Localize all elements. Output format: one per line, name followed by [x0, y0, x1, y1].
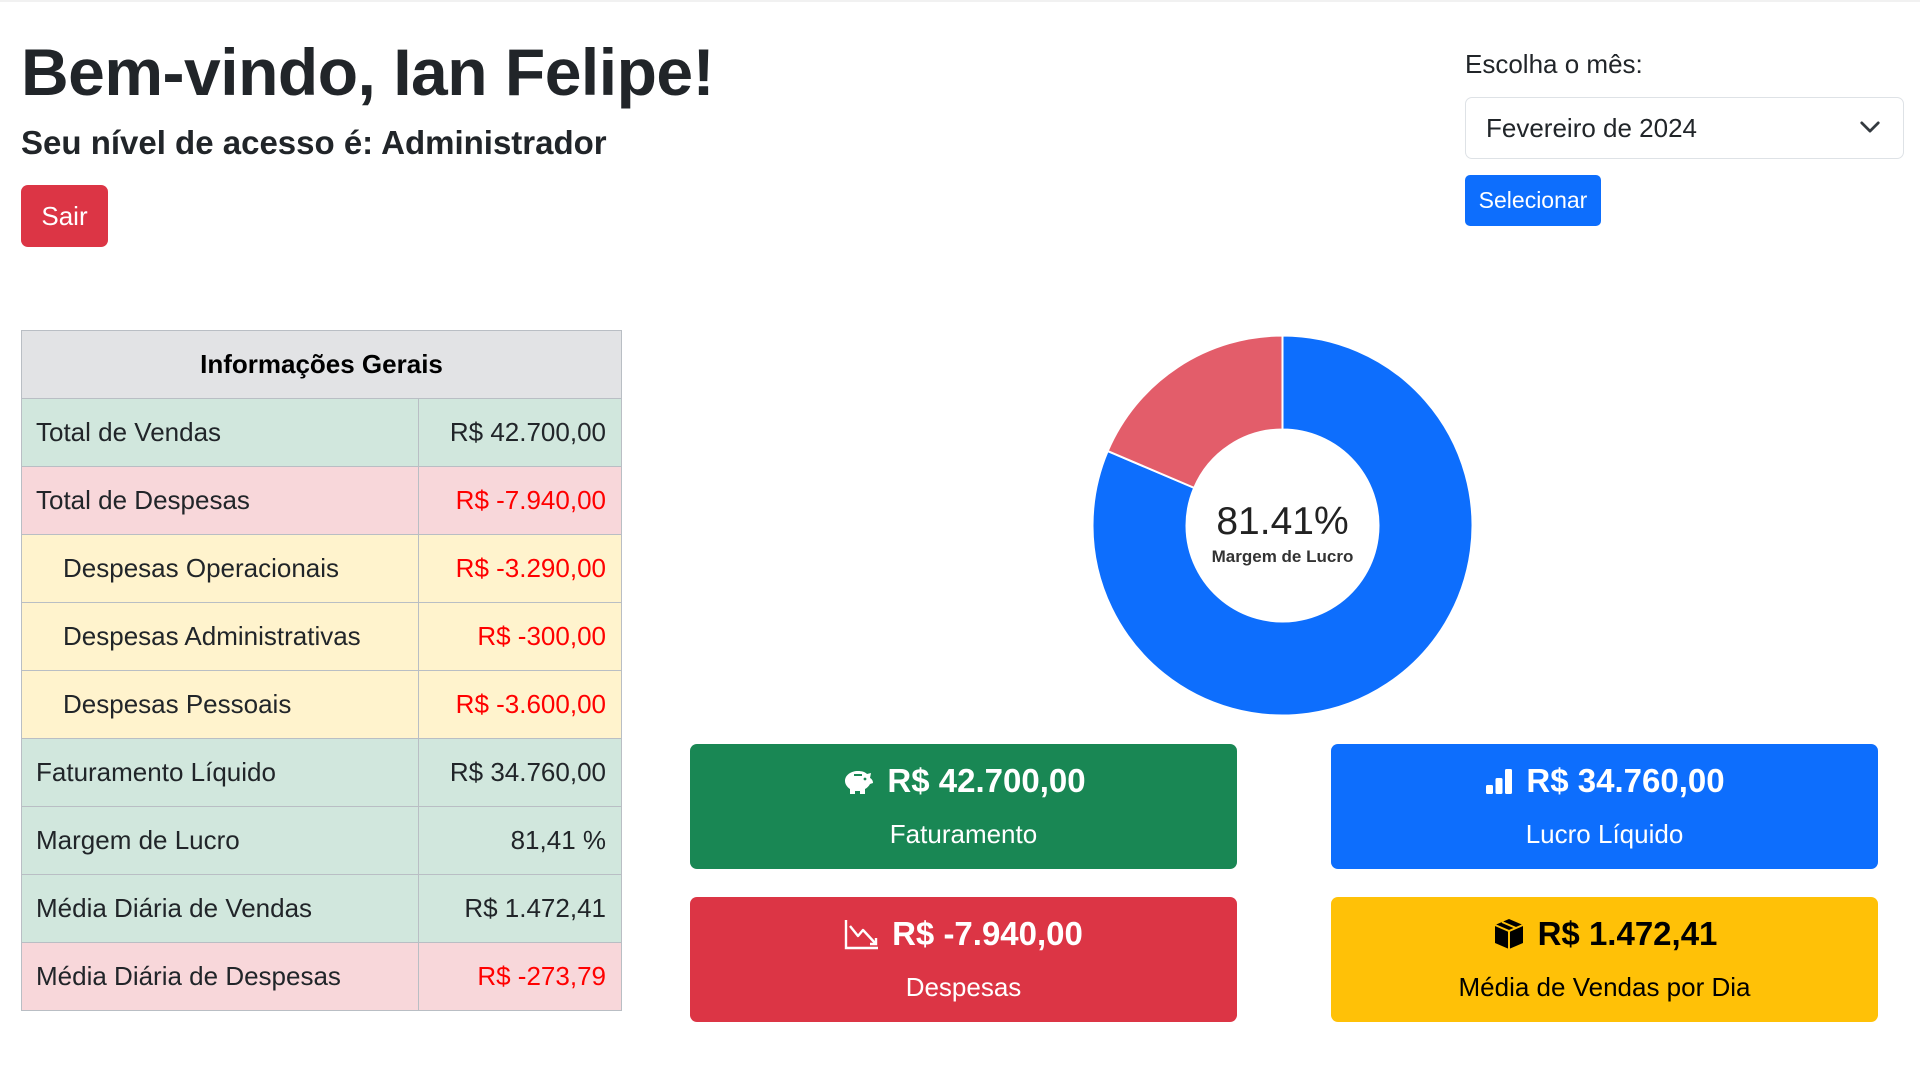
- daily-average-card[interactable]: R$ 1.472,41 Média de Vendas por Dia: [1331, 897, 1878, 1022]
- row-value: R$ -7.940,00: [418, 466, 622, 535]
- row-label: Despesas Pessoais: [21, 670, 419, 739]
- box-icon: [1494, 919, 1523, 949]
- row-value: R$ 42.700,00: [418, 398, 622, 467]
- row-label: Média Diária de Despesas: [21, 942, 419, 1011]
- daily-average-caption: Média de Vendas por Dia: [1458, 972, 1751, 1002]
- month-select-value: Fevereiro de 2024: [1486, 112, 1698, 143]
- select-month-button[interactable]: Selecionar: [1465, 175, 1601, 226]
- profit-amount: R$ 34.760,00: [1526, 762, 1725, 799]
- table-row: Despesas Operacionais R$ -3.290,00: [21, 534, 622, 603]
- table-row: Margem de Lucro 81,41 %: [21, 806, 622, 875]
- row-label: Despesas Operacionais: [21, 534, 419, 603]
- row-label: Margem de Lucro: [21, 806, 419, 875]
- expenses-card[interactable]: R$ -7.940,00 Despesas: [690, 897, 1237, 1022]
- profit-caption: Lucro Líquido: [1525, 819, 1684, 849]
- row-value: R$ -300,00: [418, 602, 622, 671]
- page-title: Bem-vindo, Ian Felipe!: [21, 35, 715, 109]
- month-select-label: Escolha o mês:: [1465, 49, 1643, 79]
- table-row: Média Diária de Despesas R$ -273,79: [21, 942, 622, 1011]
- month-select[interactable]: Fevereiro de 2024: [1465, 97, 1904, 159]
- access-level-text: Seu nível de acesso é: Administrador: [21, 124, 607, 161]
- expenses-caption: Despesas: [905, 972, 1022, 1002]
- row-label: Despesas Administrativas: [21, 602, 419, 671]
- general-info-table: Informações Gerais Total de Vendas R$ 42…: [21, 330, 622, 1011]
- row-label: Total de Vendas: [21, 398, 419, 467]
- bar-chart-icon: [1486, 769, 1513, 794]
- profit-card[interactable]: R$ 34.760,00 Lucro Líquido: [1331, 744, 1878, 869]
- daily-average-amount: R$ 1.472,41: [1537, 915, 1718, 952]
- revenue-amount: R$ 42.700,00: [887, 762, 1086, 799]
- graph-down-icon: [844, 920, 879, 950]
- logout-button[interactable]: Sair: [21, 185, 108, 247]
- row-label: Média Diária de Vendas: [21, 874, 419, 943]
- table-row: Total de Despesas R$ -7.940,00: [21, 466, 622, 535]
- profit-margin-donut-chart: [1092, 335, 1473, 716]
- row-value: R$ 34.760,00: [418, 738, 622, 807]
- top-border: [0, 0, 1920, 2]
- expenses-amount: R$ -7.940,00: [892, 915, 1083, 952]
- table-title: Informações Gerais: [21, 330, 622, 399]
- revenue-card[interactable]: R$ 42.700,00 Faturamento: [690, 744, 1237, 869]
- table-row: Despesas Administrativas R$ -300,00: [21, 602, 622, 671]
- row-value: R$ -3.600,00: [418, 670, 622, 739]
- table-row: Faturamento Líquido R$ 34.760,00: [21, 738, 622, 807]
- row-value: R$ -3.290,00: [418, 534, 622, 603]
- row-value: R$ -273,79: [418, 942, 622, 1011]
- chevron-down-icon: [1860, 121, 1880, 133]
- row-value: R$ 1.472,41: [418, 874, 622, 943]
- table-row: Média Diária de Vendas R$ 1.472,41: [21, 874, 622, 943]
- table-row: Total de Vendas R$ 42.700,00: [21, 398, 622, 467]
- row-label: Faturamento Líquido: [21, 738, 419, 807]
- piggy-bank-icon: [845, 771, 874, 794]
- table-row: Despesas Pessoais R$ -3.600,00: [21, 670, 622, 739]
- revenue-caption: Faturamento: [889, 819, 1038, 849]
- row-value: 81,41 %: [418, 806, 622, 875]
- row-label: Total de Despesas: [21, 466, 419, 535]
